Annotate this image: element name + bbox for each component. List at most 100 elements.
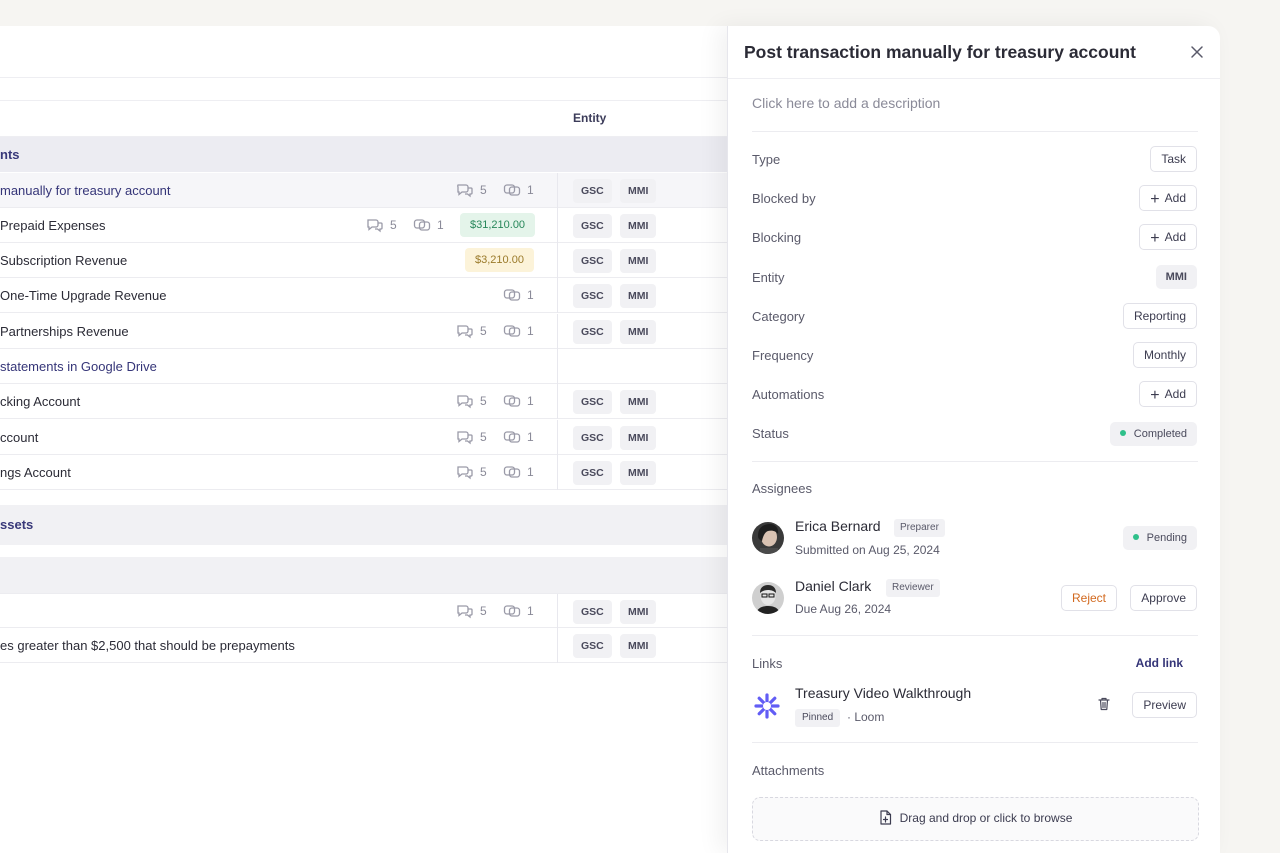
entity-tag: GSC [573, 390, 612, 414]
table-row[interactable]: ccount 5 1 GSC MMI [0, 420, 760, 455]
comments-count[interactable]: 5 [456, 429, 487, 445]
link-icon [503, 289, 521, 301]
approve-button[interactable]: Approve [1130, 585, 1197, 611]
links-number: 1 [527, 394, 534, 408]
task-detail-panel: Post transaction manually for treasury a… [727, 26, 1220, 853]
frequency-value-button[interactable]: Monthly [1132, 342, 1197, 368]
links-count[interactable]: 1 [503, 603, 534, 619]
dropzone-label: Drag and drop or click to browse [899, 811, 1073, 825]
links-count[interactable]: 1 [503, 287, 534, 303]
entity-tag: MMI [620, 390, 657, 414]
entity-tag: MMI [620, 284, 657, 308]
assignee-subtext: Submitted on Aug 25, 2024 [795, 543, 940, 557]
comments-count[interactable]: 5 [456, 464, 487, 480]
avatar[interactable] [752, 582, 784, 614]
close-icon[interactable] [1190, 45, 1204, 59]
entity-tag: MMI [620, 249, 657, 273]
table-row[interactable]: statements in Google Drive [0, 349, 760, 384]
links-count[interactable]: 1 [413, 217, 444, 233]
group-title: nts [0, 147, 20, 162]
description-field[interactable]: Click here to add a description [752, 95, 940, 111]
entity-tag: MMI [620, 214, 657, 238]
add-automation-button[interactable]: + Add [1139, 381, 1197, 407]
table-row[interactable]: ngs Account 5 1 GSC MMI [0, 455, 760, 490]
comments-count[interactable]: 5 [366, 217, 397, 233]
links-count[interactable]: 1 [503, 323, 534, 339]
entity-value-tag[interactable]: MMI [1155, 265, 1197, 289]
add-blocked-by-button[interactable]: + Add [1139, 185, 1197, 211]
group-row[interactable]: nts [0, 137, 760, 172]
comments-number: 5 [480, 430, 487, 444]
entity-tag: MMI [620, 600, 657, 624]
table-toolbar [0, 26, 760, 78]
links-count[interactable]: 1 [503, 393, 534, 409]
comments-icon [367, 219, 383, 233]
comments-number: 5 [480, 465, 487, 479]
status-badge[interactable]: Completed [1109, 422, 1197, 446]
file-upload-icon [880, 810, 891, 825]
task-name[interactable]: One-Time Upgrade Revenue [0, 288, 166, 303]
table-row[interactable]: Partnerships Revenue 5 1 GSC MMI [0, 314, 760, 349]
links-count[interactable]: 1 [503, 429, 534, 445]
comments-icon [457, 466, 473, 480]
assignees-title: Assignees [752, 481, 812, 496]
table-row[interactable]: cking Account 5 1 GSC MMI [0, 384, 760, 419]
links-count[interactable]: 1 [503, 182, 534, 198]
task-name[interactable]: es greater than $2,500 that should be pr… [0, 638, 295, 653]
attachments-title: Attachments [752, 763, 825, 778]
table-row[interactable]: Subscription Revenue $3,210.00 GSC MMI [0, 243, 760, 278]
preview-button[interactable]: Preview [1132, 692, 1197, 718]
add-link-button[interactable]: Add link [1136, 656, 1183, 670]
table-row[interactable]: es greater than $2,500 that should be pr… [0, 628, 760, 663]
add-blocking-button[interactable]: + Add [1139, 224, 1197, 250]
comments-number: 5 [480, 604, 487, 618]
links-number: 1 [527, 183, 534, 197]
task-name[interactable]: Partnerships Revenue [0, 324, 129, 339]
task-name[interactable]: ccount [0, 430, 38, 445]
links-number: 1 [527, 288, 534, 302]
link-icon [503, 466, 521, 478]
pinned-tag: Pinned [795, 709, 841, 727]
category-value-button[interactable]: Reporting [1122, 303, 1197, 329]
person-photo-icon [752, 522, 784, 554]
table-row[interactable]: manually for treasury account 5 1 GSC MM… [0, 173, 760, 208]
task-name[interactable]: statements in Google Drive [0, 359, 157, 374]
links-count[interactable]: 1 [503, 464, 534, 480]
column-divider [557, 420, 558, 455]
reject-button[interactable]: Reject [1060, 585, 1117, 611]
type-value-button[interactable]: Task [1150, 146, 1197, 172]
task-name[interactable]: Prepaid Expenses [0, 218, 106, 233]
task-name[interactable]: Subscription Revenue [0, 253, 127, 268]
table-row[interactable]: 5 1 GSC MMI [0, 593, 760, 629]
assignee-name: Daniel Clark [795, 578, 872, 594]
comments-count[interactable]: 5 [456, 182, 487, 198]
task-name[interactable]: ngs Account [0, 465, 71, 480]
avatar[interactable] [752, 522, 784, 554]
table-row[interactable]: One-Time Upgrade Revenue 1 GSC MMI [0, 278, 760, 313]
trash-icon[interactable] [1096, 696, 1112, 712]
link-title[interactable]: Treasury Video Walkthrough [795, 685, 971, 701]
column-divider [557, 455, 558, 490]
comments-number: 5 [390, 218, 397, 232]
plus-icon: + [1150, 191, 1160, 208]
task-name[interactable]: manually for treasury account [0, 183, 171, 198]
header-divider [728, 78, 1220, 79]
amount-badge: $31,210.00 [460, 213, 536, 237]
comments-count[interactable]: 5 [456, 323, 487, 339]
blocking-label: Blocking [752, 230, 802, 245]
person-photo-icon [752, 582, 784, 614]
tasks-table: Entity nts manually for treasury account… [0, 26, 760, 853]
links-number: 1 [527, 430, 534, 444]
entity-tag: GSC [573, 634, 612, 658]
group-row[interactable]: ssets [0, 505, 760, 545]
entity-tag: MMI [620, 461, 657, 485]
comments-count[interactable]: 5 [456, 603, 487, 619]
task-name[interactable]: cking Account [0, 394, 80, 409]
group-row[interactable] [0, 557, 760, 593]
assignee-status-badge: Pending [1122, 526, 1197, 550]
entity-tag: GSC [573, 214, 612, 238]
attachment-dropzone[interactable]: Drag and drop or click to browse [752, 797, 1199, 841]
comments-count[interactable]: 5 [456, 393, 487, 409]
table-row[interactable]: Prepaid Expenses 5 1 $31,210.00 GSC MMI [0, 208, 760, 243]
links-title: Links [752, 656, 783, 671]
